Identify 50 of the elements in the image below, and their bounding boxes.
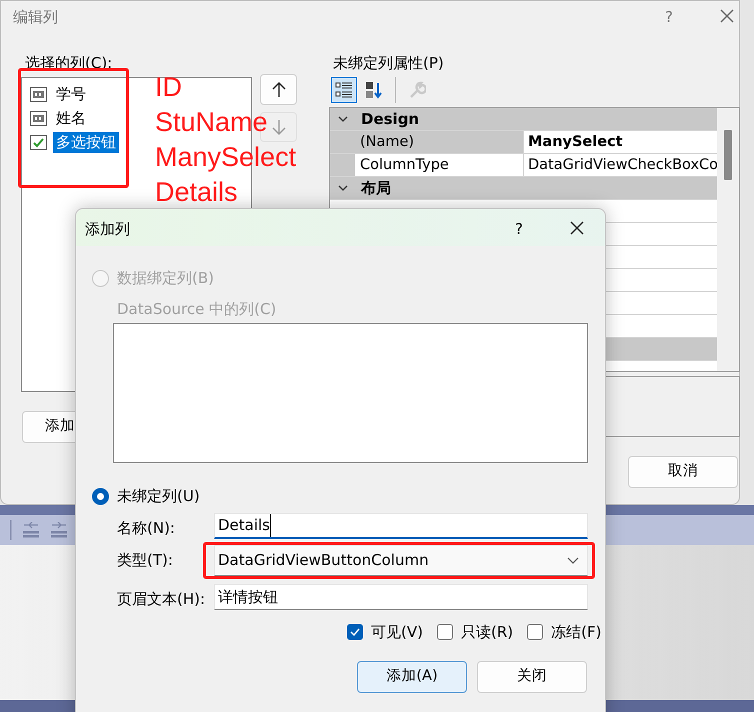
- arrow-down-icon: [270, 118, 286, 136]
- list-item[interactable]: 多选按钮: [53, 132, 119, 152]
- field-label: 名称(N):: [117, 518, 176, 539]
- separator-icon: [10, 520, 12, 540]
- chevron-down-icon[interactable]: [567, 556, 579, 564]
- property-name[interactable]: (Name): [355, 131, 524, 153]
- checkbox[interactable]: [527, 624, 544, 640]
- radio-label[interactable]: 未绑定列(U): [117, 485, 200, 508]
- checkbox[interactable]: [347, 624, 363, 640]
- input-field[interactable]: Details: [214, 513, 588, 539]
- outdent-icon: [22, 522, 40, 538]
- checkbox-column-icon: [30, 134, 47, 150]
- annotation-text: StuName: [155, 108, 268, 137]
- checkbox-label[interactable]: 只读(R): [460, 621, 514, 644]
- scrollbar-thumb[interactable]: [724, 130, 732, 180]
- annotation-text: ID: [155, 73, 182, 102]
- window-title: 编辑列: [13, 7, 58, 28]
- wrench-icon: [408, 81, 426, 99]
- radio-button[interactable]: [92, 488, 109, 505]
- text-column-icon: [30, 110, 47, 126]
- type-dropdown[interactable]: DataGridViewButtonColumn: [214, 545, 588, 576]
- sort-icon: [365, 81, 383, 99]
- list-item[interactable]: 姓名: [53, 108, 89, 128]
- move-up-button[interactable]: [260, 74, 297, 105]
- help-button[interactable]: ?: [515, 218, 523, 240]
- annotation-text: ManySelect: [155, 143, 296, 172]
- add-button[interactable]: 添加(A): [357, 661, 467, 693]
- categorized-icon: [335, 81, 353, 99]
- list-item[interactable]: 学号: [53, 84, 89, 104]
- text-column-icon: [30, 86, 47, 102]
- properties-label: 未绑定列属性(P): [333, 53, 444, 74]
- checkbox-label[interactable]: 可见(V): [371, 621, 423, 644]
- checkbox[interactable]: [436, 624, 453, 640]
- property-value[interactable]: ManySelect: [524, 131, 718, 153]
- close-button[interactable]: 关闭: [477, 661, 587, 693]
- close-icon[interactable]: [570, 221, 584, 235]
- help-button[interactable]: ?: [665, 6, 673, 28]
- indent-icon: [50, 522, 68, 538]
- checkbox-label[interactable]: 冻结(F): [551, 621, 602, 644]
- list-label: DataSource 中的列(C): [117, 299, 276, 320]
- check-icon: [350, 628, 360, 636]
- input-field[interactable]: 详情按钮: [214, 584, 588, 610]
- annotation-text: Details: [155, 178, 238, 207]
- property-value[interactable]: DataGridViewCheckBoxCo: [524, 154, 718, 176]
- field-label: 页眉文本(H):: [117, 589, 206, 610]
- arrow-up-icon: [270, 80, 286, 98]
- window-title: 添加列: [85, 219, 130, 240]
- field-label: 类型(T):: [117, 550, 174, 571]
- cancel-button[interactable]: 取消: [628, 456, 738, 488]
- categorized-button[interactable]: [331, 77, 357, 103]
